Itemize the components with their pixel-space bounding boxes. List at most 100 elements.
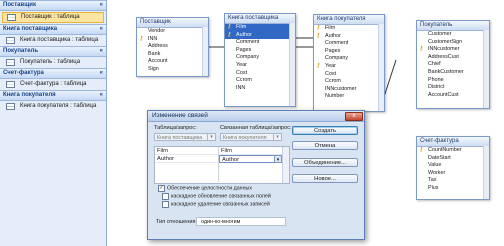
cascade-delete-checkbox[interactable]: каскадное удаление связанных записей	[162, 201, 270, 208]
grid-cell-left[interactable]: Author	[155, 155, 219, 163]
chevron-down-icon[interactable]: ▾	[274, 155, 282, 163]
table-scrollbar[interactable]	[378, 24, 384, 111]
field-name: District	[428, 84, 445, 91]
table-supplier-book[interactable]: Книга поставщика ⚷ Film ⚷ Author Comment Pages…	[224, 13, 296, 107]
table-scrollbar[interactable]	[483, 146, 489, 199]
table-invoice[interactable]: Счет-фактура ⚷ CountNumber DateStart Value Wo…	[416, 136, 490, 200]
table-field[interactable]: ⚷ CountNumber	[417, 147, 489, 155]
nav-item-table[interactable]: Поставщик : таблица	[2, 12, 104, 23]
field-mapping-grid[interactable]: Film Film Author Author ▾	[154, 146, 290, 184]
table-scrollbar[interactable]	[202, 27, 208, 76]
table-field[interactable]: Cost	[314, 71, 384, 79]
table-title[interactable]: Счет-фактура	[417, 137, 489, 147]
nav-item-table[interactable]: Покупатель : таблица	[2, 58, 104, 67]
table-field[interactable]: INN	[225, 85, 295, 93]
table-field[interactable]: Company	[225, 54, 295, 62]
table-field[interactable]: Value	[417, 162, 489, 170]
table-customer-book[interactable]: Книга покупателя ⚷ Film ⚷ Author Comment Pages…	[313, 14, 385, 112]
grid-cell-left[interactable]: Film	[155, 147, 219, 155]
table-field[interactable]: Bank	[137, 51, 208, 59]
table-customer[interactable]: Покупатель Customer CustomerSign ⚷ INNcustom…	[416, 20, 490, 109]
table-field[interactable]: Vendor	[137, 28, 208, 36]
nav-group-header[interactable]: Книга покупателя «	[0, 90, 106, 101]
collapse-icon[interactable]: «	[100, 25, 103, 34]
primary-key-icon: ⚷	[316, 32, 321, 39]
table-field[interactable]: Worker	[417, 170, 489, 178]
table-field[interactable]: ⚷ Film	[225, 24, 295, 32]
table-title[interactable]: Покупатель	[417, 21, 489, 31]
chevron-down-icon: ▾	[207, 134, 215, 140]
table-field[interactable]: ⚷ Author	[225, 31, 295, 40]
table-field[interactable]: ⚷ Film	[314, 25, 384, 33]
table-scrollbar[interactable]	[483, 30, 489, 108]
table-field[interactable]: Phone	[417, 77, 489, 85]
nav-item-table[interactable]: Книга поставщика : таблица	[2, 36, 104, 45]
table-title[interactable]: Книга поставщика	[225, 14, 295, 24]
dialog-title-bar[interactable]: Изменение связей x	[148, 111, 364, 122]
nav-group-header[interactable]: Покупатель «	[0, 46, 106, 57]
nav-group-header[interactable]: Счет-фактура «	[0, 68, 106, 79]
table-field[interactable]: Sign	[137, 66, 208, 74]
nav-group-header[interactable]: Поставщик «	[0, 0, 106, 11]
join-type-button[interactable]: Объединение...	[292, 158, 358, 167]
table-field[interactable]: BankCustomer	[417, 69, 489, 77]
collapse-icon[interactable]: «	[100, 1, 103, 10]
field-name: Company	[236, 54, 260, 61]
table-field[interactable]: Year	[225, 62, 295, 70]
table-scrollbar[interactable]	[289, 23, 295, 106]
table-field[interactable]: Ccrom	[314, 78, 384, 86]
related-table-select[interactable]: Книга покупателя ▾	[220, 133, 282, 141]
table-field[interactable]: Plus	[417, 185, 489, 193]
table-field[interactable]: Cost	[225, 70, 295, 78]
table-field[interactable]: INNcustomer	[314, 86, 384, 94]
table-field[interactable]: Number	[314, 93, 384, 101]
table-title[interactable]: Поставщик	[137, 18, 208, 28]
grid-cell-right[interactable]: Film	[219, 147, 283, 155]
table-title[interactable]: Книга покупателя	[314, 15, 384, 25]
table-field[interactable]: Address	[137, 43, 208, 51]
table-field[interactable]: AccountCust	[417, 92, 489, 100]
table-field[interactable]: AddressCust	[417, 54, 489, 62]
table-field[interactable]: ⚷ Author	[314, 33, 384, 41]
table-field[interactable]: Chief	[417, 61, 489, 69]
table-field[interactable]: District	[417, 84, 489, 92]
close-button[interactable]: x	[345, 112, 363, 121]
field-name: INNcustomer	[428, 46, 460, 53]
grid-empty-row[interactable]	[155, 163, 219, 182]
collapse-icon[interactable]: «	[100, 91, 103, 100]
table-supplier[interactable]: Поставщик Vendor ⚷ INN Address Bank Account Sig…	[136, 17, 209, 77]
table-field[interactable]: Tax	[417, 177, 489, 185]
table-field[interactable]: Comment	[314, 40, 384, 48]
table-field[interactable]: Ccrom	[225, 77, 295, 85]
field-name: Cost	[236, 69, 248, 76]
grid-scrollbar[interactable]	[282, 147, 289, 183]
grid-cell-right[interactable]: Author	[219, 155, 275, 163]
collapse-icon[interactable]: «	[100, 69, 103, 78]
create-button[interactable]: Создать	[292, 126, 358, 135]
table-field[interactable]: Customer	[417, 31, 489, 39]
nav-item-label: Покупатель : таблица	[20, 59, 81, 65]
table-field[interactable]: Pages	[225, 47, 295, 55]
table-field[interactable]: ⚷ Year	[314, 63, 384, 71]
table-field[interactable]: CustomerSign	[417, 39, 489, 47]
field-name: Sign	[148, 65, 159, 72]
nav-item-table[interactable]: Книга покупателя : таблица	[2, 102, 104, 111]
enforce-integrity-checkbox[interactable]: ✓ Обеспечение целостности данных	[158, 185, 252, 192]
table-query-select[interactable]: Книга поставщика ▾	[154, 133, 216, 141]
table-field[interactable]: Comment	[225, 39, 295, 47]
cascade-update-checkbox[interactable]: каскадное обновление связанных полей	[162, 193, 271, 200]
table-field[interactable]: ⚷ INN	[137, 36, 208, 44]
table-field[interactable]: ⚷ INNcustomer	[417, 46, 489, 54]
table-field[interactable]: Account	[137, 58, 208, 66]
create-new-button[interactable]: Новое...	[292, 174, 358, 183]
table-field[interactable]: Company	[314, 55, 384, 63]
nav-group-header[interactable]: Книга поставщика «	[0, 24, 106, 35]
cancel-button[interactable]: Отмена	[292, 141, 358, 150]
primary-key-icon: ⚷	[419, 147, 424, 153]
collapse-icon[interactable]: «	[100, 47, 103, 56]
field-name: Customer	[428, 31, 452, 37]
nav-item-table[interactable]: Счет-фактура : таблица	[2, 80, 104, 89]
table-field[interactable]: DateStart	[417, 155, 489, 163]
field-name: Bank	[148, 50, 161, 57]
table-field[interactable]: Pages	[314, 48, 384, 56]
